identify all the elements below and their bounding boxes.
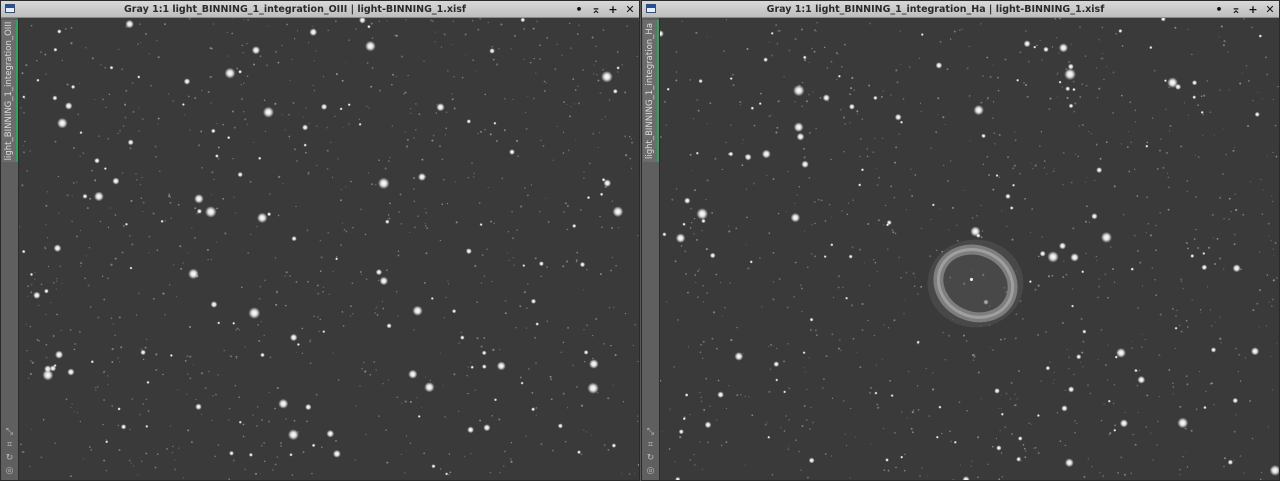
image-window-ha[interactable]: Gray 1:1 light_BINNING_1_integration_Ha … bbox=[641, 0, 1280, 481]
fit-icon[interactable]: ⌗ bbox=[7, 441, 12, 450]
view-tab-oiii[interactable]: light_BINNING_1_integration_OIII bbox=[2, 20, 18, 162]
close-icon[interactable]: ✕ bbox=[1265, 3, 1275, 16]
view-tab-ha[interactable]: light_BINNING_1_integration_Ha bbox=[643, 20, 659, 162]
image-view-oiii[interactable] bbox=[19, 18, 639, 480]
titlebar-ha[interactable]: Gray 1:1 light_BINNING_1_integration_Ha … bbox=[642, 1, 1279, 18]
lock-icon[interactable]: ◎ bbox=[6, 467, 14, 476]
view-tab-label: light_BINNING_1_integration_OIII bbox=[4, 21, 14, 161]
view-sidebar: light_BINNING_1_integration_OIII ⤡ ⌗ ↻ ◎ bbox=[1, 18, 19, 480]
image-view-ha[interactable] bbox=[660, 18, 1279, 480]
window-icon[interactable] bbox=[646, 4, 656, 13]
image-window-oiii[interactable]: Gray 1:1 light_BINNING_1_integration_OII… bbox=[0, 0, 640, 481]
window-title: Gray 1:1 light_BINNING_1_integration_Ha … bbox=[766, 4, 1105, 15]
lock-icon[interactable]: ◎ bbox=[647, 467, 655, 476]
shade-icon[interactable]: • bbox=[574, 3, 584, 16]
view-sidebar: light_BINNING_1_integration_Ha ⤡ ⌗ ↻ ◎ bbox=[642, 18, 660, 480]
close-icon[interactable]: ✕ bbox=[625, 3, 635, 16]
resize-icon[interactable]: ⤡ bbox=[647, 428, 654, 437]
resize-icon[interactable]: ⤡ bbox=[6, 428, 13, 437]
maximize-icon[interactable]: + bbox=[1248, 3, 1258, 16]
star-field-image bbox=[19, 18, 639, 480]
window-title: Gray 1:1 light_BINNING_1_integration_OII… bbox=[123, 4, 467, 15]
link-icon[interactable]: ↻ bbox=[647, 454, 655, 463]
star-field-image bbox=[660, 18, 1279, 480]
view-tab-label: light_BINNING_1_integration_Ha bbox=[645, 22, 655, 160]
maximize-icon[interactable]: + bbox=[608, 3, 618, 16]
minimize-icon[interactable]: ⌅ bbox=[1231, 3, 1241, 16]
link-icon[interactable]: ↻ bbox=[6, 454, 14, 463]
fit-icon[interactable]: ⌗ bbox=[648, 441, 653, 450]
shade-icon[interactable]: • bbox=[1214, 3, 1224, 16]
window-icon[interactable] bbox=[5, 4, 15, 13]
titlebar-oiii[interactable]: Gray 1:1 light_BINNING_1_integration_OII… bbox=[1, 1, 639, 18]
minimize-icon[interactable]: ⌅ bbox=[591, 3, 601, 16]
